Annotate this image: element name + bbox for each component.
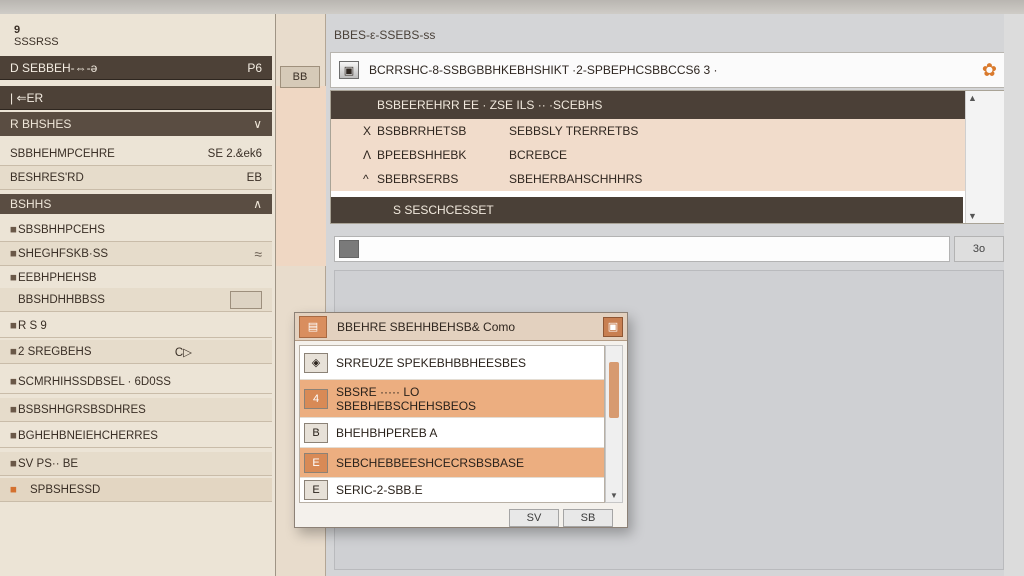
dropdown-popup: ▤ BBEHRE SBEHHBEHSB& Como ▣ ◈ SRREUZE SP… bbox=[294, 312, 628, 528]
chevron-up-icon[interactable]: ∧ bbox=[253, 197, 262, 211]
group-bar[interactable]: BSHHS ∧ bbox=[0, 194, 272, 214]
scrollbar[interactable]: ▲ ▼ bbox=[965, 91, 1005, 223]
bullet-icon: ■ bbox=[10, 375, 17, 388]
bullet-icon: ■ bbox=[10, 403, 17, 416]
list-item[interactable]: ■ BSBSHHGRSBSDHRES bbox=[0, 398, 272, 422]
search-button[interactable]: 3o bbox=[954, 236, 1004, 262]
bullet-icon: ■ bbox=[10, 345, 17, 358]
popup-header: ▤ BBEHRE SBEHHBEHSB& Como ▣ bbox=[295, 313, 627, 341]
left-panel: 9 SSSRSS D SEBBEH-⇔-ǝ P6 | ⇐ER R BHSHES … bbox=[0, 14, 276, 576]
close-icon[interactable]: ▣ bbox=[603, 316, 623, 337]
address-text: BCRRSHC-8-SSBGBBHKEBHSHIKT ·2-SPBEPHCSBB… bbox=[369, 63, 718, 77]
address-bar[interactable]: ▣ BCRRSHC-8-SSBGBBHKEBHSHIKT ·2-SPBEPHCS… bbox=[330, 52, 1006, 88]
item-icon: 4 bbox=[304, 388, 328, 409]
list-item[interactable]: BESHRES'RD EB bbox=[0, 166, 272, 190]
list-item[interactable]: ■ BGHEHBNEIEHCHERRES bbox=[0, 424, 272, 448]
item-icon: ◈ bbox=[304, 352, 328, 373]
document-icon: ▣ bbox=[339, 61, 359, 79]
bullet-icon: ■ bbox=[10, 247, 17, 260]
scroll-up-icon[interactable]: ▲ bbox=[966, 91, 1004, 105]
popup-button-1[interactable]: SV bbox=[509, 509, 559, 527]
chevron-down-icon[interactable]: ∨ bbox=[253, 117, 262, 131]
popup-button-2[interactable]: SB bbox=[563, 509, 613, 527]
list-item[interactable]: ■ SHEGHFSKB·SS ≈ bbox=[0, 242, 272, 266]
list-item[interactable]: ■ EEBHPHEHSB bbox=[0, 266, 272, 290]
popup-scrollbar[interactable]: ▼ bbox=[605, 345, 623, 503]
wave-icon: ≈ bbox=[254, 245, 262, 262]
list-item[interactable]: BBSHDHHBBSS bbox=[0, 288, 272, 312]
popup-list: ◈ SRREUZE SPEKEBHBBHEESBES 4 SBSRE ·····… bbox=[299, 345, 605, 503]
list-footer[interactable]: S SESCHCESSET bbox=[331, 197, 963, 223]
list-item[interactable]: ■ SV PS·· BE bbox=[0, 452, 272, 476]
results-list: BSBEEREHRR EE · ZSE ILS ·· ·SCEBHS X BSB… bbox=[330, 90, 1006, 224]
list-item[interactable]: E SERIC-2-SBB.E bbox=[300, 478, 604, 502]
table-row[interactable]: X BSBBRRHETSB SEBBSLY TRERRETBS bbox=[331, 119, 1005, 143]
item-icon: E bbox=[304, 480, 328, 500]
panel-title: 9 SSSRSS bbox=[14, 24, 59, 48]
list-item[interactable]: ■ SPBSHESSD bbox=[0, 478, 272, 502]
bullet-icon: ■ bbox=[10, 457, 17, 470]
bullet-icon: ■ bbox=[10, 271, 17, 284]
list-item[interactable]: ■ R S 9 bbox=[0, 314, 272, 338]
search-input[interactable] bbox=[367, 242, 949, 256]
bullet-icon: ■ bbox=[10, 483, 17, 496]
page-title: BBES-ε-SSEBS-ss bbox=[334, 28, 436, 42]
list-item[interactable]: ■ 2 SREGBEHS C▷ bbox=[0, 340, 272, 364]
item-icon: E bbox=[304, 452, 328, 473]
popup-actions: SV SB bbox=[509, 509, 613, 527]
bullet-icon: ■ bbox=[10, 223, 17, 236]
list-item[interactable]: ■ SCMRHIHSSDBSEL · 6D0SS bbox=[0, 370, 272, 394]
sub-bar[interactable]: | ⇐ER bbox=[0, 86, 272, 110]
list-item[interactable]: 4 SBSRE ····· LO SBEBHEBSCHEHSBEOS bbox=[300, 380, 604, 418]
window-top-strip bbox=[0, 0, 1024, 14]
list-item[interactable]: B BHEHBHPEREB A bbox=[300, 418, 604, 448]
scroll-down-icon[interactable]: ▼ bbox=[966, 209, 1004, 223]
scroll-thumb[interactable] bbox=[609, 362, 619, 418]
table-row[interactable]: Λ BPEEBSHHEBK BCREBCE bbox=[331, 143, 1005, 167]
section-bar[interactable]: R BHSHES ∨ bbox=[0, 112, 272, 136]
list-item[interactable]: ■ SBSBHHPCEHS bbox=[0, 218, 272, 242]
list-item[interactable]: E SEBCHEBBEESHCECRSBSBASE bbox=[300, 448, 604, 478]
table-row[interactable]: ^ SBEBRSERBS SBEHERBAHSCHHHRS bbox=[331, 167, 1005, 191]
scroll-down-icon[interactable]: ▼ bbox=[606, 488, 622, 502]
app-icon: ▤ bbox=[299, 315, 327, 338]
search-bar[interactable] bbox=[334, 236, 950, 262]
strip-tab[interactable]: BB bbox=[280, 66, 320, 88]
window-edge bbox=[1004, 14, 1024, 576]
list-header: BSBEEREHRR EE · ZSE ILS ·· ·SCEBHS bbox=[331, 91, 1005, 119]
flower-icon[interactable]: ✿ bbox=[982, 60, 997, 81]
search-icon bbox=[339, 240, 359, 258]
list-item[interactable]: ◈ SRREUZE SPEKEBHBBHEESBES bbox=[300, 346, 604, 380]
header-bar[interactable]: D SEBBEH-⇔-ǝ P6 bbox=[0, 56, 272, 80]
bullet-icon: ■ bbox=[10, 319, 17, 332]
item-icon: B bbox=[304, 422, 328, 443]
toggle-box[interactable] bbox=[230, 290, 262, 309]
bullet-icon: ■ bbox=[10, 429, 17, 442]
highlight-band bbox=[276, 86, 326, 266]
list-item[interactable]: SBBHEHMPCEHRE SE 2.&ek6 bbox=[0, 142, 272, 166]
popup-title: BBEHRE SBEHHBEHSB& Como bbox=[337, 319, 516, 334]
